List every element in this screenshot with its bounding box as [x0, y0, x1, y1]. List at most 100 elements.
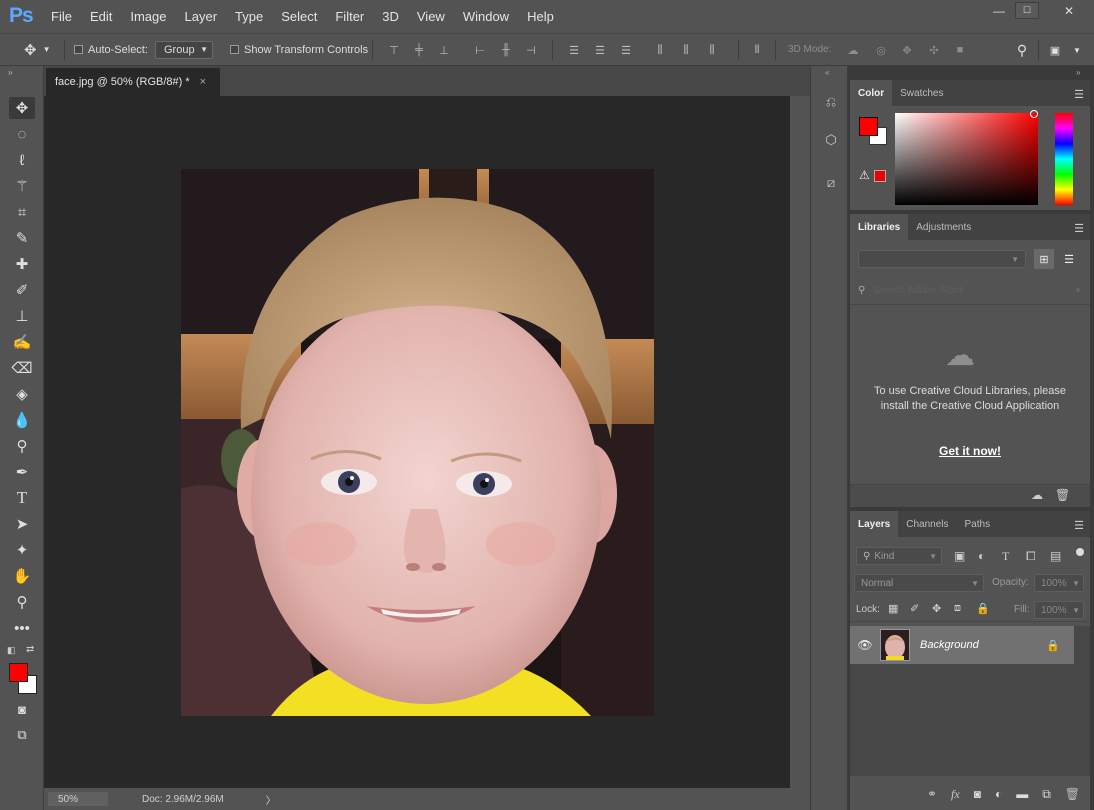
path-selection-tool-icon[interactable]: ➤ [9, 513, 35, 535]
tab-paths[interactable]: Paths [957, 511, 999, 537]
menu-window[interactable]: Window [454, 9, 518, 24]
3d-orbit-icon[interactable]: ☁ [846, 43, 860, 57]
tab-channels[interactable]: Channels [898, 511, 956, 537]
menu-edit[interactable]: Edit [81, 9, 121, 24]
blend-mode-select[interactable]: Normal ▼ [854, 574, 984, 592]
zoom-tool-icon[interactable]: ⚲ [9, 591, 35, 613]
panel-menu-icon[interactable]: ☰ [1074, 519, 1084, 532]
tab-adjustments[interactable]: Adjustments [908, 214, 979, 240]
menu-select[interactable]: Select [272, 9, 326, 24]
default-colors-icon[interactable]: ◧ [7, 645, 16, 656]
align-bottom-icon[interactable]: ⊥ [437, 43, 451, 57]
gamut-swatch[interactable] [874, 170, 886, 182]
align-right-icon[interactable]: ⊣ [524, 43, 538, 57]
status-menu-arrow-icon[interactable]: 〉 [266, 792, 276, 807]
dodge-tool-icon[interactable]: ⚲ [9, 435, 35, 457]
align-hcenter-icon[interactable]: ╫ [499, 43, 513, 57]
marquee-tool-icon[interactable]: ◌ [9, 123, 35, 145]
crop-tool-icon[interactable]: ⌗ [9, 201, 35, 223]
auto-select-dropdown[interactable]: Group ▼ [155, 40, 213, 59]
workspace-icon[interactable]: ▣ [1048, 43, 1062, 57]
tab-color[interactable]: Color [850, 80, 893, 106]
adjustment-filter-icon[interactable]: ◐ [978, 549, 985, 563]
lock-transparent-icon[interactable]: ▦ [888, 602, 898, 615]
distribute-hcenter-icon[interactable]: ⫼ [679, 43, 693, 57]
cc-sync-icon[interactable]: ☁ [1031, 488, 1043, 502]
distribute-right-icon[interactable]: ⫼ [705, 43, 719, 57]
maximize-button[interactable]: ☐ [1015, 2, 1039, 19]
menu-view[interactable]: View [408, 9, 454, 24]
pixel-filter-icon[interactable]: ▣ [954, 549, 965, 563]
shape-filter-icon[interactable]: ⧠ [1026, 549, 1036, 564]
link-layers-icon[interactable]: ⚭ [927, 787, 937, 801]
3d-panel-icon[interactable]: ⬡ [820, 129, 842, 151]
distribute-left-icon[interactable]: ⫼ [653, 43, 667, 57]
tab-swatches[interactable]: Swatches [892, 80, 951, 106]
screen-mode-icon[interactable]: ⧉ [9, 724, 35, 746]
paint-bucket-tool-icon[interactable]: ◈ [9, 383, 35, 405]
quick-mask-icon[interactable]: ◙ [9, 698, 35, 720]
healing-brush-tool-icon[interactable]: ✚ [9, 253, 35, 275]
lasso-tool-icon[interactable]: ℓ [9, 149, 35, 171]
layer-name[interactable]: Background [920, 639, 979, 651]
distribute-bottom-icon[interactable]: ☰ [619, 43, 633, 57]
panel-menu-icon[interactable]: ☰ [1074, 222, 1084, 235]
grid-view-icon[interactable]: ⊞ [1034, 249, 1054, 269]
collapse-toolbar-icon[interactable]: » [8, 68, 12, 77]
layer-filter-select[interactable]: ⚲ Kind ▼ [856, 547, 942, 565]
folder-icon[interactable]: ▬ [1016, 787, 1028, 801]
document-image[interactable] [181, 169, 654, 716]
distribute-vcenter-icon[interactable]: ☰ [593, 43, 607, 57]
new-layer-icon[interactable]: ⧉ [1042, 787, 1051, 802]
hand-tool-icon[interactable]: ✋ [9, 565, 35, 587]
brush-tool-icon[interactable]: ✐ [9, 279, 35, 301]
vertical-scrollbar[interactable] [790, 96, 810, 810]
blur-tool-icon[interactable]: 💧 [9, 409, 35, 431]
lock-pixels-icon[interactable]: ✐ [910, 602, 919, 615]
properties-panel-icon[interactable]: ⧄ [820, 172, 842, 194]
trash-icon[interactable]: 🗑 [1065, 787, 1080, 801]
foreground-color-swatch[interactable] [9, 663, 28, 682]
add-mask-icon[interactable]: ◙ [974, 787, 981, 801]
lock-position-icon[interactable]: ✥ [932, 602, 941, 615]
3d-scale-icon[interactable]: ■ [953, 43, 967, 57]
align-top-icon[interactable]: ⊤ [387, 43, 401, 57]
collapse-icon[interactable]: « [825, 68, 829, 77]
adjustment-layer-icon[interactable]: ◐ [995, 787, 1002, 801]
clone-stamp-tool-icon[interactable]: ⊥ [9, 305, 35, 327]
panel-menu-icon[interactable]: ☰ [1074, 88, 1084, 101]
hue-slider[interactable] [1055, 113, 1073, 205]
stock-search[interactable]: ⚲ Search Adobe Stock ▼ [858, 282, 1082, 298]
tab-libraries[interactable]: Libraries [850, 214, 909, 240]
auto-align-layers-icon[interactable]: ⫴ [750, 43, 764, 57]
history-panel-icon[interactable]: ⎌ [820, 91, 842, 113]
zoom-level[interactable]: 50% [48, 792, 108, 806]
type-tool-icon[interactable]: T [9, 487, 35, 509]
history-brush-tool-icon[interactable]: ✍ [9, 331, 35, 353]
opacity-field[interactable]: 100% ▼ [1034, 574, 1084, 592]
menu-help[interactable]: Help [518, 9, 563, 24]
close-tab-icon[interactable]: × [200, 76, 206, 88]
library-select[interactable]: ▼ [858, 250, 1026, 268]
pen-tool-icon[interactable]: ✒ [9, 461, 35, 483]
lock-artboard-icon[interactable]: ⧈ [954, 602, 961, 615]
get-it-now-link[interactable]: Get it now! [850, 444, 1090, 458]
filter-toggle[interactable] [1076, 548, 1084, 556]
search-icon[interactable]: ⚲ [1015, 42, 1029, 58]
minimize-button[interactable]: — [984, 2, 1014, 20]
trash-icon[interactable]: 🗑 [1055, 488, 1070, 502]
document-tab[interactable]: face.jpg @ 50% (RGB/8#) * × [46, 68, 220, 96]
tab-layers[interactable]: Layers [850, 511, 899, 537]
menu-type[interactable]: Type [226, 9, 272, 24]
auto-select-checkbox[interactable]: Auto-Select: [74, 34, 148, 65]
swap-colors-icon[interactable]: ⇄ [26, 644, 34, 655]
3d-roll-icon[interactable]: ◎ [874, 43, 888, 57]
move-tool-preset-icon[interactable]: ✥ ▼ [24, 34, 51, 65]
move-tool-icon[interactable]: ✥ [9, 97, 35, 119]
eraser-tool-icon[interactable]: ⌫ [9, 357, 35, 379]
align-vcenter-icon[interactable]: ╪ [412, 43, 426, 57]
lock-all-icon[interactable]: 🔒 [976, 602, 990, 615]
eye-visibility-icon[interactable]: 👁 [850, 638, 880, 652]
menu-file[interactable]: File [42, 9, 81, 24]
menu-filter[interactable]: Filter [326, 9, 373, 24]
